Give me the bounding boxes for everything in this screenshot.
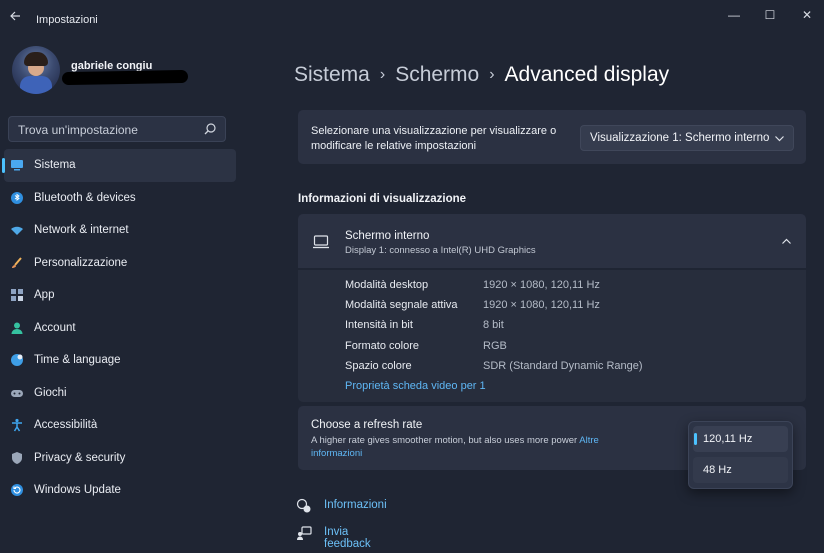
detail-row: Formato colore RGB — [345, 337, 785, 357]
breadcrumb-separator: › — [379, 66, 386, 83]
detail-row: Modalità segnale attiva 1920 × 1080, 120… — [345, 296, 785, 316]
detail-row: Modalità desktop 1920 × 1080, 120,11 Hz — [345, 276, 785, 296]
sidebar-item-label: Personalizzazione — [34, 256, 128, 269]
accessibility-icon — [12, 418, 22, 432]
sidebar-item-label: Windows Update — [34, 484, 121, 496]
detail-value: 1920 × 1080, 120,11 Hz — [483, 279, 600, 291]
back-button[interactable] — [6, 8, 24, 26]
sidebar-item-accessibilita[interactable]: Accessibilità — [4, 409, 236, 442]
refresh-rate-description-text: A higher rate gives smoother motion, but… — [311, 435, 578, 446]
minimize-button[interactable]: — — [722, 6, 746, 24]
sidebar-item-giochi[interactable]: Giochi — [4, 377, 236, 410]
sidebar-item-label: Giochi — [34, 386, 67, 399]
sidebar-item-privacy-security[interactable]: Privacy & security — [4, 442, 236, 475]
detail-key: Formato colore — [345, 340, 419, 352]
feedback-icon — [297, 526, 312, 540]
page-title: Advanced display — [504, 63, 670, 86]
detail-value: 8 bit — [483, 319, 504, 331]
title-bar: Impostazioni — ☐ ✕ — [0, 0, 824, 34]
sidebar-item-app[interactable]: App — [4, 279, 236, 312]
detail-value: RGB — [483, 340, 507, 352]
sidebar-item-label: Privacy & security — [34, 451, 126, 464]
arrow-left-icon — [10, 11, 20, 21]
globe-icon — [11, 354, 23, 366]
display-info-details: Modalità desktop 1920 × 1080, 120,11 Hz … — [298, 270, 806, 402]
chevron-up-icon[interactable] — [781, 236, 792, 247]
redaction-bar — [61, 69, 189, 86]
refresh-option-120[interactable]: 120,11 Hz — [693, 426, 788, 452]
refresh-option-label: 48 Hz — [703, 464, 732, 476]
sidebar-item-personalizzazione[interactable]: Personalizzazione — [4, 247, 236, 280]
sidebar-item-label: Accessibilità — [34, 419, 98, 431]
display-info-header[interactable]: Schermo interno Display 1: connesso a In… — [298, 214, 806, 268]
sidebar-item-label: Time & language — [34, 354, 121, 366]
breadcrumb-item-schermo[interactable]: Schermo — [395, 63, 479, 87]
shield-icon — [12, 451, 22, 464]
network-icon — [11, 226, 23, 235]
help-icon — [296, 498, 311, 513]
display-subtitle: Display 1: connesso a Intel(R) UHD Graph… — [345, 245, 536, 256]
detail-key: Spazio colore — [345, 360, 412, 372]
sidebar-item-label: App — [34, 289, 55, 301]
breadcrumb-separator: › — [489, 66, 495, 83]
update-icon — [11, 484, 23, 496]
sidebar-nav: Sistema Bluetooth & devices Network & in… — [0, 149, 236, 507]
search-icon — [204, 123, 216, 135]
display-select-card: Selezionare una visualizzazione per visu… — [298, 110, 806, 164]
display-dropdown[interactable]: Visualizzazione 1: Schermo interno — [580, 125, 794, 151]
display-name: Schermo interno — [345, 230, 430, 242]
app-title: Impostazioni — [36, 14, 98, 26]
sidebar-item-label: Account — [34, 321, 76, 334]
gamepad-icon — [11, 389, 23, 397]
apps-icon — [11, 289, 23, 301]
detail-row: Intensità in bit 8 bit — [345, 316, 785, 336]
sidebar-item-label: Network & internet — [34, 224, 129, 236]
feedback-link-label: Invia feedback — [324, 526, 371, 550]
brush-icon — [12, 256, 22, 268]
sidebar-item-network[interactable]: Network & internet — [4, 214, 236, 247]
refresh-rate-description: A higher rate gives smoother motion, but… — [311, 434, 641, 460]
refresh-option-label: 120,11 Hz — [703, 433, 753, 445]
adapter-properties-link[interactable]: Proprietà scheda video per 1 — [345, 380, 486, 392]
display-select-description: Selezionare una visualizzazione per visu… — [311, 125, 557, 152]
info-link-label: Informazioni — [324, 499, 387, 511]
system-icon — [11, 160, 23, 171]
detail-row: Spazio colore SDR (Standard Dynamic Rang… — [345, 357, 785, 377]
breadcrumb-item-sistema[interactable]: Sistema — [294, 63, 370, 87]
sidebar-item-bluetooth[interactable]: Bluetooth & devices — [4, 182, 236, 215]
sidebar-item-account[interactable]: Account — [4, 312, 236, 345]
detail-value: SDR (Standard Dynamic Range) — [483, 360, 643, 372]
sidebar-item-sistema[interactable]: Sistema — [2, 149, 236, 182]
sidebar-item-label: Sistema — [34, 159, 76, 171]
sidebar-item-time-language[interactable]: Time & language — [4, 344, 236, 377]
section-title: Informazioni di visualizzazione — [298, 193, 467, 205]
refresh-rate-dropdown-menu: 120,11 Hz 48 Hz — [688, 421, 793, 489]
avatar[interactable] — [12, 46, 60, 94]
chevron-down-icon — [775, 136, 784, 142]
refresh-rate-title: Choose a refresh rate — [311, 419, 423, 431]
detail-key: Intensità in bit — [345, 319, 413, 331]
breadcrumb: Sistema › Schermo › Advanced display — [294, 63, 669, 95]
search-placeholder: Trova un'impostazione — [18, 123, 138, 137]
bluetooth-icon — [11, 191, 23, 204]
laptop-icon — [313, 235, 329, 249]
search-input[interactable]: Trova un'impostazione — [8, 116, 226, 142]
detail-key: Modalità segnale attiva — [345, 299, 458, 311]
sidebar-item-label: Bluetooth & devices — [34, 191, 136, 204]
display-dropdown-value: Visualizzazione 1: Schermo interno — [590, 132, 770, 144]
maximize-button[interactable]: ☐ — [758, 6, 782, 24]
account-icon — [11, 322, 23, 334]
close-button[interactable]: ✕ — [795, 6, 819, 24]
refresh-option-48[interactable]: 48 Hz — [693, 457, 788, 483]
detail-key: Modalità desktop — [345, 279, 429, 291]
sidebar-item-windows-update[interactable]: Windows Update — [4, 474, 236, 507]
detail-value: 1920 × 1080, 120,11 Hz — [483, 299, 600, 311]
